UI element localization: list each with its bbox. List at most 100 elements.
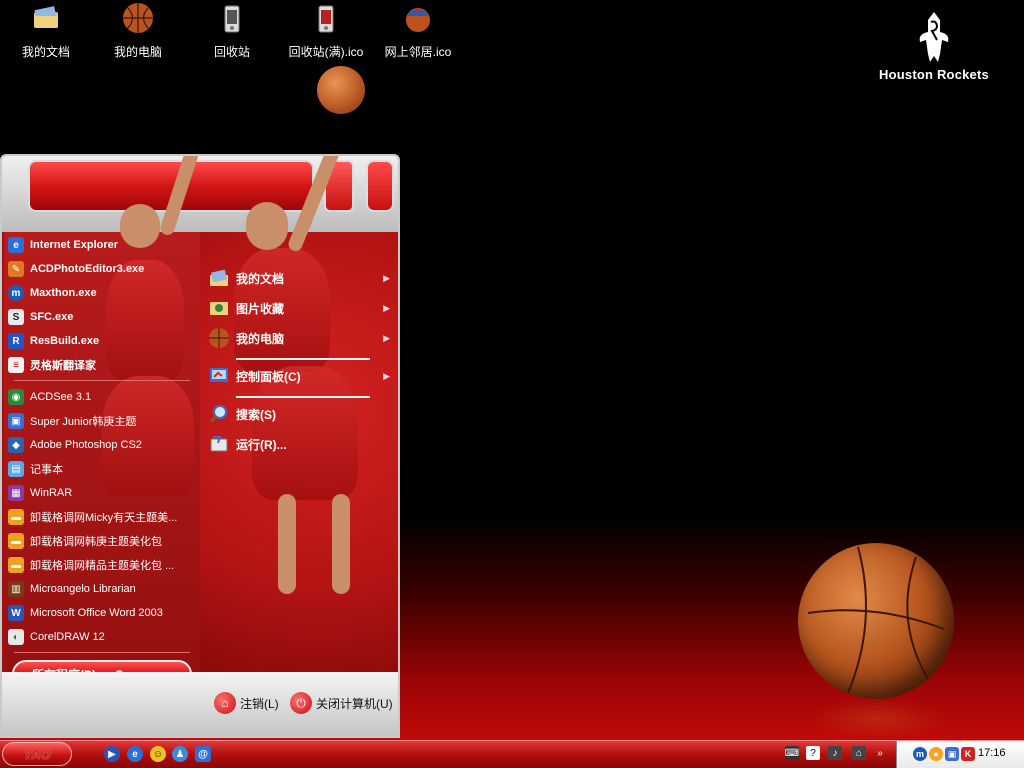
- right-item-control-panel[interactable]: 控制面板(C) ▶: [208, 364, 394, 388]
- basketball-seams: [807, 546, 945, 694]
- menu-item-maxthon[interactable]: m Maxthon.exe: [8, 282, 194, 304]
- acd-photo-editor-icon: ✎: [8, 261, 24, 277]
- right-item-label: 搜索(S): [236, 407, 276, 422]
- menu-item-label: Adobe Photoshop CS2: [30, 439, 142, 451]
- menu-item-sfc[interactable]: S SFC.exe: [8, 306, 194, 328]
- menu-item-coreldraw[interactable]: ◐ CorelDRAW 12: [8, 626, 194, 648]
- desktop-icon-recycle-bin-full[interactable]: 回收站(满).ico: [284, 2, 368, 60]
- help-icon[interactable]: ?: [806, 746, 820, 760]
- shutdown-button[interactable]: ⏻ 关闭计算机(U): [290, 692, 393, 714]
- right-item-search[interactable]: 搜索(S): [208, 402, 394, 426]
- resbuild-icon: R: [8, 333, 24, 349]
- maxthon-icon: m: [8, 285, 24, 301]
- desktop-icon-label: 回收站(满).ico: [288, 45, 364, 59]
- menu-item-label: CorelDRAW 12: [30, 631, 105, 643]
- player-leg: [332, 494, 350, 594]
- right-item-label: 图片收藏: [236, 301, 285, 316]
- menu-item-winrar[interactable]: ▦ WinRAR: [8, 482, 194, 504]
- menu-separator: [236, 396, 370, 398]
- desktop-icon-my-documents[interactable]: 我的文档: [4, 2, 88, 60]
- right-item-run[interactable]: 运行(R)...: [208, 432, 394, 456]
- basketball-small-decoration: [317, 66, 365, 114]
- menu-item-label: 记事本: [30, 464, 63, 476]
- player-leg: [278, 494, 296, 594]
- ie-icon: e: [8, 237, 24, 253]
- start-menu-header-accent: [366, 160, 394, 212]
- media-player-icon[interactable]: ▶: [104, 746, 120, 762]
- menu-item-super-junior-theme[interactable]: ▣ Super Junior韩庚主题: [8, 410, 194, 432]
- speaker-icon[interactable]: ♪: [828, 746, 842, 760]
- recycle-bin-full-icon: [318, 5, 334, 33]
- desktop-icon-label: 我的文档: [21, 45, 70, 59]
- my-pictures-icon: [210, 302, 228, 315]
- right-item-my-documents[interactable]: 我的文档 ▶: [208, 266, 394, 290]
- right-item-my-computer[interactable]: 我的电脑 ▶: [208, 326, 394, 350]
- menu-separator: [236, 358, 370, 360]
- menu-item-photoshop[interactable]: ◆ Adobe Photoshop CS2: [8, 434, 194, 456]
- menu-item-label: 卸载格调网韩庚主题美化包: [30, 536, 162, 548]
- desktop-icon-recycle-bin[interactable]: 回收站: [190, 2, 274, 60]
- right-item-my-pictures[interactable]: 图片收藏 ▶: [208, 296, 394, 320]
- uninstall-icon: ▬: [8, 533, 24, 549]
- menu-item-uninstall-premium-theme[interactable]: ▬ 卸载格调网精品主题美化包 ...: [8, 554, 194, 576]
- desktop-icon-label: 网上邻居.ico: [384, 45, 452, 59]
- logoff-label: 注销(L): [240, 696, 279, 711]
- display-tray-icon[interactable]: ▣: [945, 747, 959, 761]
- qq-icon[interactable]: ♟: [172, 746, 188, 762]
- desktop-icon-network-places[interactable]: 网上邻居.ico: [376, 2, 460, 60]
- menu-item-label: ACDSee 3.1: [30, 391, 92, 403]
- logo-text: Houston Rockets: [879, 67, 989, 82]
- photoshop-icon: ◆: [8, 437, 24, 453]
- antivirus-tray-icon[interactable]: K: [961, 747, 975, 761]
- menu-item-word[interactable]: W Microsoft Office Word 2003: [8, 602, 194, 624]
- menu-item-resbuild[interactable]: R ResBuild.exe: [8, 330, 194, 352]
- theme-icon: ▣: [8, 413, 24, 429]
- recycle-bin-icon: [224, 5, 240, 33]
- ie-icon[interactable]: e: [127, 746, 143, 762]
- rockets-logo-icon: [919, 12, 949, 62]
- uninstall-icon: ▬: [8, 509, 24, 525]
- right-item-label: 我的文档: [236, 271, 285, 286]
- maxthon-tray-icon[interactable]: m: [913, 747, 927, 761]
- tray-icon[interactable]: ⌂: [852, 746, 866, 760]
- submenu-arrow-icon: ▶: [383, 302, 390, 313]
- outlook-icon[interactable]: @: [195, 746, 211, 762]
- tray-expand-icon[interactable]: »: [873, 746, 887, 760]
- power-icon: ⏻: [290, 692, 312, 714]
- menu-item-label: 灵格斯翻译家: [30, 360, 96, 372]
- menu-item-internet-explorer[interactable]: e Internet Explorer: [8, 234, 194, 256]
- menu-item-label: 卸载格调网Micky有天主题美...: [30, 512, 178, 524]
- menu-separator: [14, 380, 190, 381]
- right-item-label: 控制面板(C): [236, 369, 301, 384]
- logoff-button[interactable]: ⌂ 注销(L): [214, 692, 279, 714]
- start-button[interactable]: YAO: [2, 742, 72, 766]
- menu-item-uninstall-micky-theme[interactable]: ▬ 卸载格调网Micky有天主题美...: [8, 506, 194, 528]
- menu-item-uninstall-hangeng-theme[interactable]: ▬ 卸载格调网韩庚主题美化包: [8, 530, 194, 552]
- my-documents-icon: [210, 269, 228, 286]
- desktop-icon-my-computer[interactable]: 我的电脑: [96, 2, 180, 60]
- menu-item-acdsee[interactable]: ◉ ACDSee 3.1: [8, 386, 194, 408]
- desktop-icon-label: 我的电脑: [113, 45, 162, 59]
- menu-item-label: Microsoft Office Word 2003: [30, 607, 163, 619]
- menu-item-label: WinRAR: [30, 487, 73, 499]
- basketball-icon: [123, 3, 153, 33]
- keyboard-icon[interactable]: ⌨: [785, 746, 799, 760]
- menu-item-lingoes[interactable]: ≡ 灵格斯翻译家: [8, 354, 194, 376]
- menu-item-notepad[interactable]: ▤ 记事本: [8, 458, 194, 480]
- menu-item-microangelo[interactable]: ▥ Microangelo Librarian: [8, 578, 194, 600]
- network-tray-icon[interactable]: ●: [929, 747, 943, 761]
- coreldraw-icon: ◐: [8, 629, 24, 645]
- submenu-arrow-icon: ▶: [383, 370, 390, 381]
- submenu-arrow-icon: ▶: [383, 332, 390, 343]
- menu-item-acd-photo-editor[interactable]: ✎ ACDPhotoEditor3.exe: [8, 258, 194, 280]
- my-documents-icon: [34, 6, 58, 28]
- logoff-icon: ⌂: [214, 692, 236, 714]
- taskbar: YAO ▶ e ☺ ♟ @ m ● ▣ K: [0, 740, 1024, 768]
- shutdown-label: 关闭计算机(U): [316, 696, 393, 711]
- messenger-icon[interactable]: ☺: [150, 746, 166, 762]
- acdsee-icon: ◉: [8, 389, 24, 405]
- basketball-reflection: [810, 698, 946, 740]
- menu-item-label: SFC.exe: [30, 311, 74, 323]
- word-icon: W: [8, 605, 24, 621]
- desktop-icon-label: 回收站: [213, 45, 250, 59]
